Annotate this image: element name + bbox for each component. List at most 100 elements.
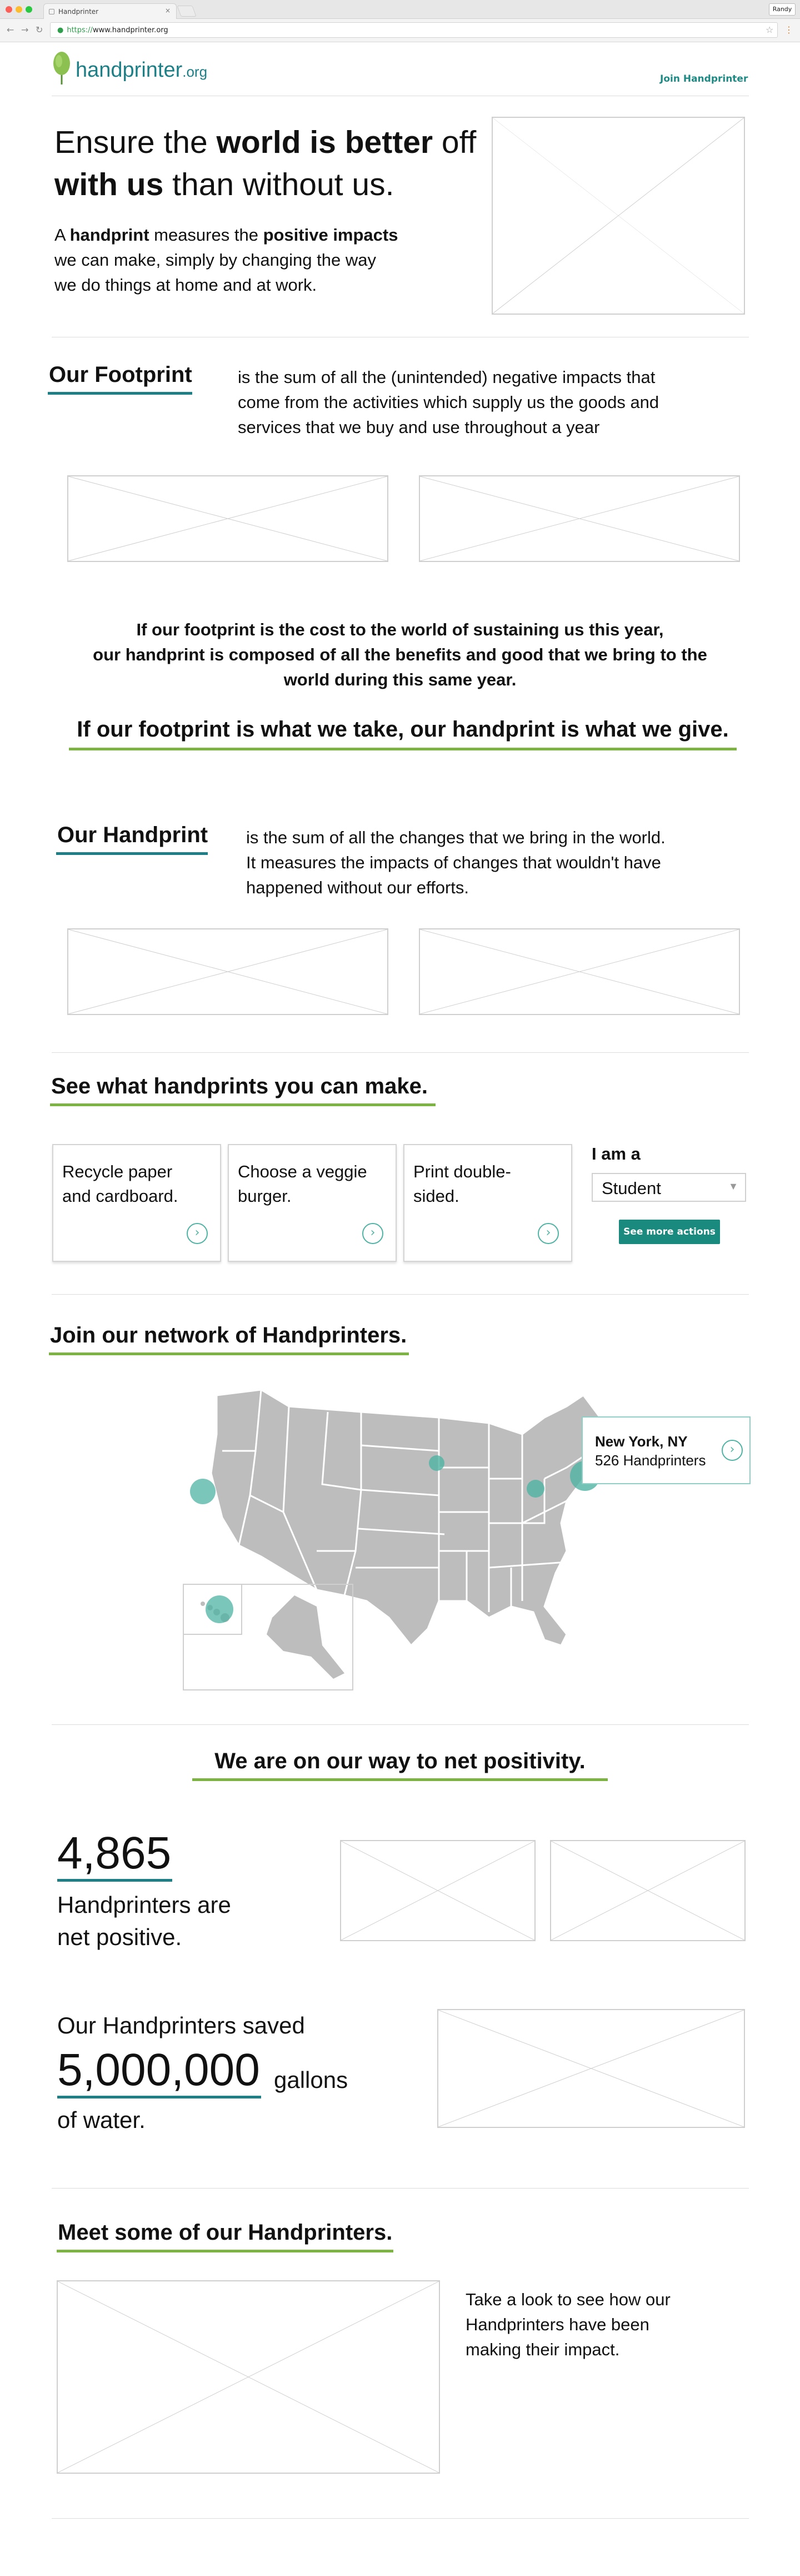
meet-desc-line: Take a look to see how our	[466, 2290, 671, 2309]
forward-icon[interactable]: →	[21, 24, 28, 36]
tagline-text: If our footprint is what we take, our ha…	[77, 717, 729, 742]
tagline: If our footprint is what we take, our ha…	[69, 717, 737, 750]
action-card-line: burger.	[238, 1186, 292, 1206]
handprint-heading: Our Handprint	[56, 823, 208, 855]
section-divider	[52, 1294, 749, 1295]
meet-heading-text: Meet some of our Handprinters.	[58, 2220, 393, 2245]
action-card-line: Choose a veggie	[238, 1162, 367, 1181]
hero-title-bold: with us	[54, 167, 164, 202]
lock-icon: ●	[57, 26, 64, 34]
net-positive-line: net positive.	[57, 1924, 182, 1950]
hero-desc-bold: handprint	[69, 225, 149, 245]
url-scheme: https://	[67, 26, 93, 34]
see-more-actions-button[interactable]: See more actions	[619, 1220, 720, 1244]
hero-desc-part: measures the	[149, 225, 263, 245]
handprint-desc-line: It measures the impacts of changes that …	[246, 853, 661, 872]
hero-title-part: Ensure the	[54, 125, 217, 160]
alaska-shape	[267, 1595, 344, 1679]
map-marker-california[interactable]	[190, 1479, 216, 1504]
hero-title: Ensure the world is better off with us t…	[54, 121, 499, 206]
logo-main-text: handprinter	[76, 58, 183, 82]
tab-title: Handprinter	[58, 8, 99, 16]
action-card[interactable]: Recycle paper and cardboard. ›	[52, 1144, 221, 1262]
net-positive-count: 4,865	[57, 1828, 173, 1882]
section-divider	[52, 1724, 749, 1725]
handprint-image-placeholder	[419, 928, 740, 1015]
hero-title-part: than without us.	[163, 167, 394, 202]
map-tooltip[interactable]: New York, NY 526 Handprinters ›	[582, 1416, 751, 1484]
footprint-description: is the sum of all the (unintended) negat…	[238, 365, 738, 440]
meet-desc-line: Handprinters have been	[466, 2315, 649, 2334]
action-card[interactable]: Choose a veggie burger. ›	[228, 1144, 397, 1262]
network-heading: Join our network of Handprinters.	[49, 1323, 409, 1355]
network-heading-text: Join our network of Handprinters.	[50, 1323, 407, 1347]
meet-description: Take a look to see how our Handprinters …	[466, 2287, 743, 2362]
handprint-desc-line: is the sum of all the changes that we br…	[246, 828, 666, 847]
reload-icon[interactable]: ↻	[36, 24, 43, 36]
hero-desc-line: we do things at home and at work.	[54, 275, 317, 295]
water-saved-number: 5,000,000	[57, 2045, 260, 2095]
action-card-line: sided.	[413, 1186, 459, 1206]
footprint-handprint-comparison: If our footprint is the cost to the worl…	[56, 617, 744, 692]
us-mainland-shape	[210, 1389, 601, 1647]
map-marker-midwest[interactable]	[429, 1455, 444, 1471]
role-select-value: Student	[602, 1178, 661, 1198]
water-saved-unit: gallons	[274, 2067, 348, 2093]
action-card[interactable]: Print double-sided. ›	[403, 1144, 572, 1262]
action-card-line: and cardboard.	[62, 1186, 178, 1206]
favicon-icon	[49, 9, 54, 14]
logo-wordmark[interactable]: handprinter.org	[76, 58, 207, 82]
chevron-right-icon[interactable]: ›	[538, 1223, 559, 1244]
us-map[interactable]	[178, 1384, 622, 1695]
footprint-desc-line: is the sum of all the (unintended) negat…	[238, 367, 656, 387]
map-marker-hawaii[interactable]	[206, 1595, 233, 1623]
bookmark-star-icon[interactable]: ☆	[766, 24, 773, 35]
hero-desc-line: we can make, simply by changing the way	[54, 250, 376, 270]
chevron-right-icon[interactable]: ›	[362, 1223, 383, 1244]
hero-title-bold: world is better	[216, 125, 433, 160]
net-positive-line: Handprinters are	[57, 1892, 231, 1918]
actions-heading: See what handprints you can make.	[50, 1074, 436, 1106]
hero-desc-part: A	[54, 225, 70, 245]
chevron-down-icon: ▼	[728, 1181, 738, 1192]
action-card-line: Recycle paper	[62, 1162, 173, 1181]
profile-button[interactable]: Randy	[769, 3, 796, 16]
menu-icon[interactable]: ⋮	[784, 24, 793, 35]
comparison-line: If our footprint is the cost to the worl…	[136, 620, 664, 639]
footprint-image-placeholder	[67, 475, 388, 562]
close-window-icon[interactable]	[6, 6, 12, 13]
footprint-heading: Our Footprint	[48, 362, 192, 395]
comparison-line: our handprint is composed of all the ben…	[93, 645, 707, 664]
url-field[interactable]: ● https://www.handprinter.org	[50, 22, 778, 38]
stat-image-placeholder	[550, 1840, 746, 1941]
water-saved-tail: of water.	[57, 2107, 146, 2133]
map-marker-ohio[interactable]	[527, 1480, 544, 1498]
hero-title-part: off	[433, 125, 477, 160]
url-host: www.handprinter.org	[92, 26, 168, 34]
minimize-window-icon[interactable]	[16, 6, 22, 13]
handprint-description: is the sum of all the changes that we br…	[246, 825, 735, 900]
action-card-line: Print double-	[413, 1162, 511, 1181]
actions-heading-text: See what handprints you can make.	[51, 1074, 428, 1098]
back-icon[interactable]: ←	[7, 24, 14, 36]
handprint-leaf-logo-icon[interactable]	[52, 50, 72, 87]
net-positive-number: 4,865	[57, 1828, 172, 1878]
handprint-heading-text: Our Handprint	[57, 823, 208, 847]
footprint-desc-line: services that we buy and use throughout …	[238, 417, 600, 437]
browser-tab[interactable]: Handprinter ×	[43, 3, 177, 19]
chevron-right-icon[interactable]: ›	[722, 1440, 743, 1461]
water-image-placeholder	[437, 2009, 745, 2128]
tooltip-count: 526 Handprinters	[595, 1452, 706, 1469]
comparison-line: world during this same year.	[283, 670, 517, 689]
maximize-window-icon[interactable]	[26, 6, 32, 13]
hero-image-placeholder	[492, 117, 745, 315]
join-handprinter-link[interactable]: Join Handprinter	[660, 73, 748, 84]
role-select[interactable]: Student ▼	[592, 1173, 746, 1202]
water-saved-figure: 5,000,000	[57, 2046, 261, 2098]
positivity-heading: We are on our way to net positivity.	[192, 1749, 608, 1781]
footer-divider	[52, 2518, 749, 2519]
stat-image-placeholder	[340, 1840, 536, 1941]
chevron-right-icon[interactable]: ›	[187, 1223, 208, 1244]
close-tab-icon[interactable]: ×	[165, 7, 171, 14]
meet-heading: Meet some of our Handprinters.	[57, 2220, 394, 2252]
